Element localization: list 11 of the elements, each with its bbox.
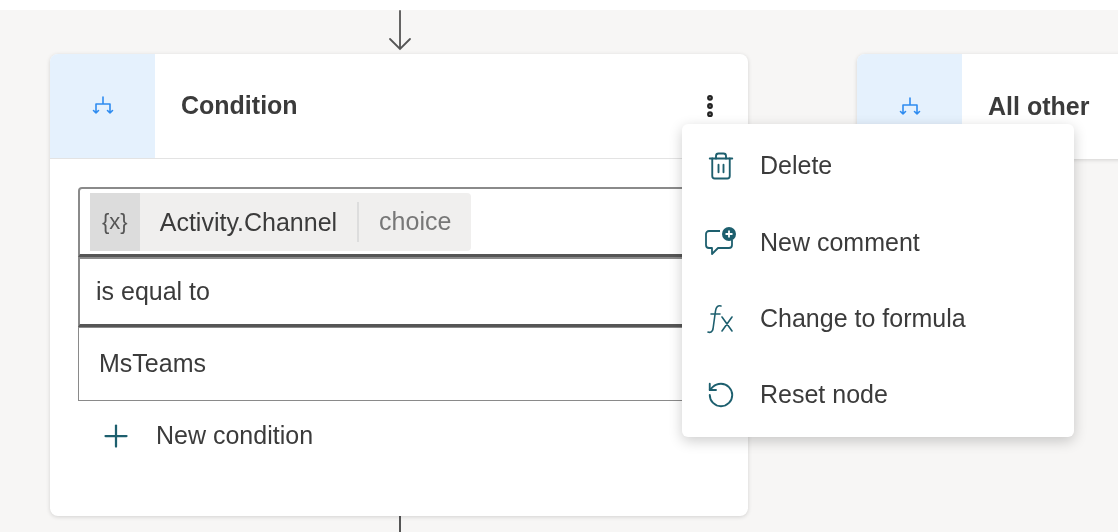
variable-type: choice [378,205,453,237]
down-arrow-connector [388,10,412,52]
branch-icon [91,96,114,116]
new-condition-button[interactable]: New condition [98,417,314,455]
node-title: Condition [181,90,298,122]
variable-name: Activity.Channel [139,201,360,242]
node-title: All other [988,90,1090,122]
trash-icon [706,151,736,182]
variable-badge: {x} [90,192,140,251]
branch-icon [898,96,921,117]
connector-line [399,516,401,532]
